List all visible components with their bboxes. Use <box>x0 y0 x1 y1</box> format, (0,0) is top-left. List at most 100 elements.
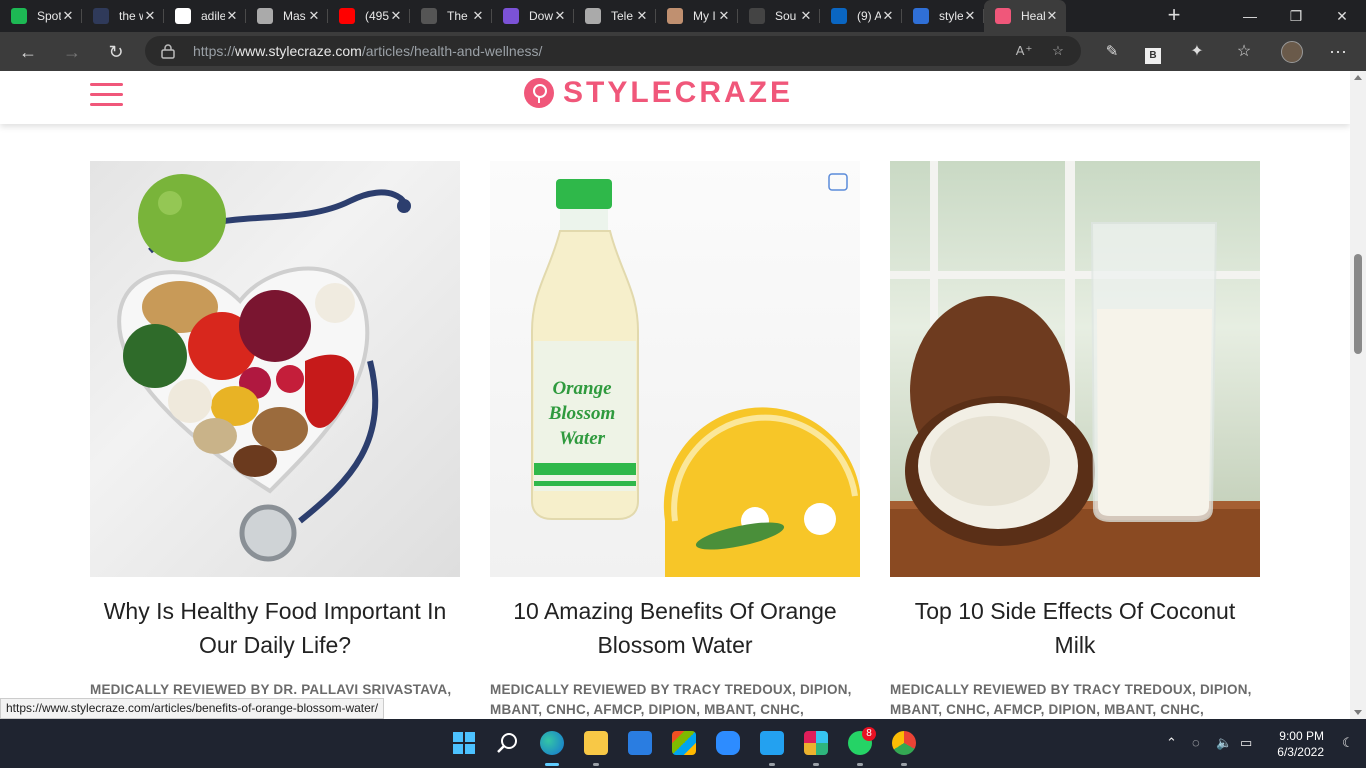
article-card-healthy-food[interactable]: Why Is Healthy Food Important In Our Dai… <box>90 161 460 719</box>
tab-close-icon[interactable]: ✕ <box>962 8 978 24</box>
tab-close-icon[interactable]: ✕ <box>798 8 814 24</box>
tab-close-icon[interactable]: ✕ <box>306 8 322 24</box>
new-tab-button[interactable]: + <box>1158 0 1190 32</box>
edge-running-indicator <box>545 763 559 766</box>
slack-icon[interactable] <box>804 731 828 755</box>
browser-tab[interactable]: Mas ✕ <box>246 0 328 32</box>
gmail-icon <box>503 8 519 24</box>
url-host: www.stylecraze.com <box>235 43 362 59</box>
bottle-label-line-2: Blossom <box>548 403 616 424</box>
profile-avatar[interactable] <box>1281 41 1303 63</box>
tab-close-icon[interactable]: ✕ <box>716 8 732 24</box>
notifications-icon[interactable]: ☾ <box>1342 735 1354 751</box>
scroll-down-arrow-icon[interactable] <box>1354 710 1362 715</box>
article-reviewer: MEDICALLY REVIEWED BY TRACY TREDOUX, DIP… <box>490 682 852 717</box>
browser-tab[interactable]: Dow ✕ <box>492 0 574 32</box>
extension-b-label: B <box>1145 48 1161 64</box>
system-clock[interactable]: 9:00 PM 6/3/2022 <box>1268 728 1324 760</box>
volume-icon[interactable]: 🔈 <box>1216 735 1232 751</box>
refresh-icon[interactable]: ↻ <box>100 36 132 68</box>
browser-tab[interactable]: Spotify✕ <box>0 0 82 32</box>
url-scheme: https:// <box>193 43 236 59</box>
page-scrollbar[interactable] <box>1350 71 1366 719</box>
tab-close-icon[interactable]: ✕ <box>634 8 650 24</box>
browser-tab[interactable]: Heal ✕ <box>984 0 1066 32</box>
site-logo[interactable]: STYLECRAZE <box>524 76 793 110</box>
forward-icon[interactable]: → <box>56 36 88 68</box>
browser-tab[interactable]: adile ✕ <box>164 0 246 32</box>
article-image-coconut-milk[interactable] <box>890 161 1260 577</box>
logo-text: STYLECRAZE <box>563 76 794 109</box>
article-title[interactable]: Top 10 Side Effects Of Coconut Milk <box>890 594 1260 662</box>
tab-close-icon[interactable]: ✕ <box>388 8 404 24</box>
article-card-coconut-milk[interactable]: Top 10 Side Effects Of Coconut Milk MEDI… <box>890 161 1260 719</box>
article-image-orange-blossom[interactable]: Orange Blossom Water <box>490 161 860 577</box>
mail-icon[interactable] <box>628 731 652 755</box>
windows-start-icon[interactable] <box>452 731 476 755</box>
browser-tab[interactable]: The ✕ <box>410 0 492 32</box>
tab-close-icon[interactable]: ✕ <box>1044 8 1060 24</box>
tab-label: My I <box>693 9 716 23</box>
close-window-button[interactable]: ✕ <box>1319 0 1365 32</box>
tab-close-icon[interactable]: ✕ <box>60 8 76 24</box>
extension-b-icon[interactable]: B <box>1137 36 1169 68</box>
tab-close-icon[interactable]: ✕ <box>224 8 240 24</box>
favorite-star-icon[interactable]: ☆ <box>1047 41 1069 61</box>
zoom-icon[interactable] <box>716 731 740 755</box>
tab-label: Mas <box>283 9 306 23</box>
document-icon <box>585 8 601 24</box>
vscode-running-indicator <box>769 763 775 766</box>
browser-tab[interactable]: style ✕ <box>902 0 984 32</box>
article-reviewer: MEDICALLY REVIEWED BY TRACY TREDOUX, DIP… <box>890 682 1252 717</box>
chrome-running-indicator <box>901 763 907 766</box>
scrollbar-thumb[interactable] <box>1354 254 1362 354</box>
store-icon[interactable] <box>672 731 696 755</box>
whatsapp-badge: 8 <box>862 727 876 741</box>
show-hidden-icons-chevron-icon[interactable]: ⌃ <box>1166 735 1177 751</box>
hamburger-menu-icon[interactable] <box>90 83 123 107</box>
extension-pen-icon[interactable]: ✎ <box>1096 36 1128 68</box>
wifi-icon[interactable]: ◌ <box>1192 735 1200 750</box>
minimize-button[interactable]: — <box>1227 0 1273 32</box>
tab-label: Sou <box>775 9 797 23</box>
browser-tab[interactable]: (495 ✕ <box>328 0 410 32</box>
search-icon[interactable] <box>496 731 520 755</box>
tab-close-icon[interactable]: ✕ <box>552 8 568 24</box>
browser-tab[interactable]: My I ✕ <box>656 0 738 32</box>
url-text[interactable]: https://www.stylecraze.com/articles/heal… <box>193 43 542 59</box>
visual-search-icon[interactable] <box>828 173 848 191</box>
tab-label: Spotify <box>37 9 61 23</box>
vscode-icon[interactable] <box>760 731 784 755</box>
back-icon[interactable]: ← <box>12 36 44 68</box>
tab-label: The <box>447 9 468 23</box>
tab-close-icon[interactable]: ✕ <box>470 8 486 24</box>
browser-tab[interactable]: the w✕ <box>82 0 164 32</box>
browser-tab[interactable]: Tele ✕ <box>574 0 656 32</box>
scroll-up-arrow-icon[interactable] <box>1354 75 1362 80</box>
page-viewport: STYLECRAZE Why Is Healthy Food Important… <box>0 71 1366 719</box>
browser-tab[interactable]: (9) A ✕ <box>820 0 902 32</box>
article-image-healthy-food[interactable] <box>90 161 460 577</box>
file-explorer-icon[interactable] <box>584 731 608 755</box>
article-card-orange-blossom[interactable]: Orange Blossom Water 10 Amazing Benefits… <box>490 161 860 719</box>
browser-tab[interactable]: Sou ✕ <box>738 0 820 32</box>
address-bar[interactable]: https://www.stylecraze.com/articles/heal… <box>145 36 1081 66</box>
article-title[interactable]: Why Is Healthy Food Important In Our Dai… <box>90 594 460 662</box>
article-title[interactable]: 10 Amazing Benefits Of Orange Blossom Wa… <box>490 594 860 662</box>
tab-label: style <box>939 9 963 23</box>
favorites-icon[interactable]: ☆ <box>1228 36 1260 68</box>
heart-bowl-illustration <box>117 174 411 562</box>
tab-label: (9) A <box>857 9 881 23</box>
tab-close-icon[interactable]: ✕ <box>880 8 896 24</box>
read-aloud-icon[interactable]: A ⁺ <box>1013 41 1035 61</box>
google-icon <box>421 8 437 24</box>
restore-button[interactable]: ❐ <box>1273 0 1319 32</box>
chrome-icon[interactable] <box>892 731 916 755</box>
battery-icon[interactable]: ▭ <box>1240 735 1252 751</box>
edge-browser-icon[interactable] <box>540 731 564 755</box>
extensions-puzzle-icon[interactable]: ✦ <box>1181 36 1213 68</box>
more-menu-icon[interactable]: ⋯ <box>1322 36 1354 68</box>
url-path: /articles/health-and-wellness/ <box>361 43 543 59</box>
tab-close-icon[interactable]: ✕ <box>142 8 158 24</box>
explorer-running-indicator <box>593 763 599 766</box>
